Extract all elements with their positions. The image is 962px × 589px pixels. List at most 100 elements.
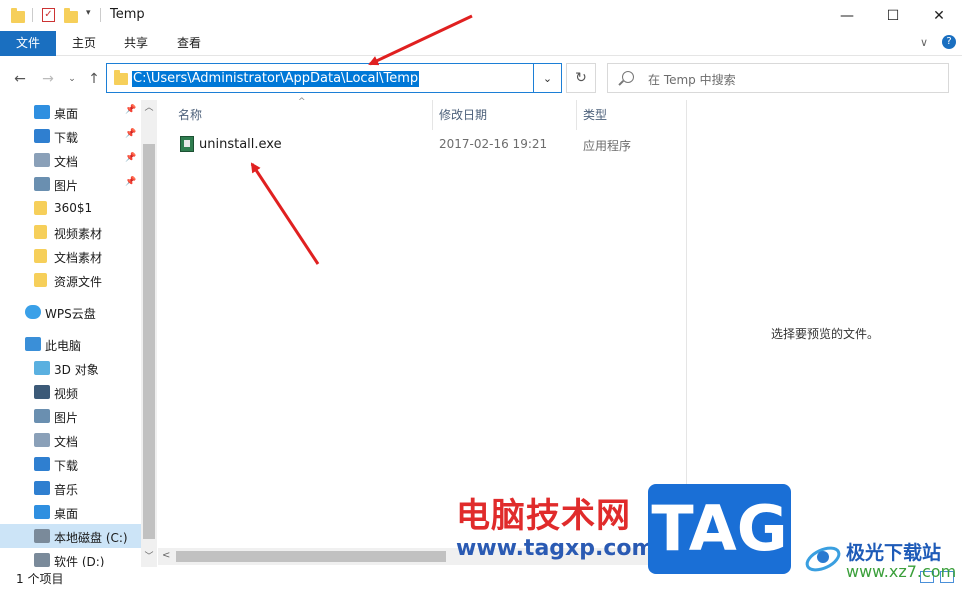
minimize-button[interactable]: — bbox=[824, 0, 870, 31]
tab-home[interactable]: 主页 bbox=[70, 31, 98, 56]
sidebar-item[interactable]: 下载 bbox=[0, 452, 141, 476]
search-icon bbox=[622, 71, 634, 83]
up-arrow-icon[interactable]: ↑ bbox=[84, 69, 104, 89]
sidebar-item-label: 图片 bbox=[54, 179, 79, 193]
aurora-logo-icon bbox=[805, 546, 841, 572]
sidebar-item-label: WPS云盘 bbox=[45, 307, 96, 321]
sidebar-item[interactable]: 桌面 bbox=[0, 500, 141, 524]
window-title: Temp bbox=[110, 7, 145, 22]
download-icon bbox=[34, 129, 50, 143]
maximize-button[interactable]: ☐ bbox=[870, 0, 916, 31]
sidebar-item-label: 文档 bbox=[54, 435, 79, 449]
close-button[interactable]: ✕ bbox=[916, 0, 962, 31]
sidebar-item-label: 视频素材 bbox=[54, 227, 103, 241]
column-divider[interactable] bbox=[432, 100, 433, 130]
address-path[interactable]: C:\Users\Administrator\AppData\Local\Tem… bbox=[132, 71, 420, 87]
pin-icon: 📌 bbox=[125, 129, 137, 139]
sidebar-item[interactable]: 视频素材 bbox=[0, 220, 141, 244]
pin-icon: 📌 bbox=[125, 153, 137, 163]
sidebar-item[interactable]: 图片 📌 bbox=[0, 172, 141, 196]
sidebar-item[interactable]: 下载 📌 bbox=[0, 124, 141, 148]
download-icon bbox=[34, 457, 50, 471]
scroll-down-icon[interactable]: ﹀ bbox=[141, 549, 157, 565]
tab-file[interactable]: 文件 bbox=[0, 31, 56, 56]
help-icon[interactable]: ? bbox=[942, 35, 956, 49]
pin-icon: 📌 bbox=[125, 105, 137, 115]
title-bar: ✓ ▾ Temp — ☐ ✕ bbox=[0, 0, 962, 31]
watermark-text: 电脑技术网 bbox=[456, 496, 631, 536]
column-divider[interactable] bbox=[576, 100, 577, 130]
sidebar-item[interactable]: 此电脑 bbox=[0, 332, 141, 356]
sidebar-item-label: 软件 (D:) bbox=[54, 555, 105, 567]
watermark-site-name: 极光下载站 bbox=[846, 542, 942, 564]
address-dropdown-icon[interactable]: ⌄ bbox=[533, 64, 561, 92]
sidebar-scrollbar[interactable]: ︿ ﹀ bbox=[141, 100, 157, 567]
address-row: ← → ⌄ ↑ C:\Users\Administrator\AppData\L… bbox=[0, 56, 962, 100]
pin-icon: 📌 bbox=[125, 177, 137, 187]
folder-icon bbox=[11, 8, 25, 23]
video-icon bbox=[34, 385, 50, 399]
tab-share[interactable]: 共享 bbox=[122, 31, 150, 56]
divider bbox=[32, 8, 33, 22]
scroll-up-icon[interactable]: ︿ bbox=[141, 100, 157, 116]
sidebar-item[interactable]: 资源文件 bbox=[0, 268, 141, 292]
scrollbar-thumb[interactable] bbox=[143, 144, 155, 539]
scroll-left-icon[interactable]: < bbox=[162, 550, 170, 561]
sidebar-item[interactable]: WPS云盘 bbox=[0, 300, 141, 324]
folder-icon bbox=[34, 225, 47, 239]
customize-toolbar-icon[interactable]: ▾ bbox=[86, 8, 91, 18]
column-header-type[interactable]: 类型 bbox=[583, 106, 607, 123]
picture-icon bbox=[34, 409, 50, 423]
sidebar-item-label: 图片 bbox=[54, 411, 79, 425]
refresh-button[interactable]: ↻ bbox=[566, 63, 596, 93]
document-icon bbox=[34, 153, 50, 167]
sidebar-item[interactable]: 360$1 bbox=[0, 196, 141, 220]
back-arrow-icon[interactable]: ← bbox=[10, 69, 30, 89]
file-type: 应用程序 bbox=[583, 139, 632, 153]
ribbon-tabs: 文件 主页 共享 查看 ∨ ? bbox=[0, 31, 962, 56]
search-input[interactable]: 在 Temp 中搜索 bbox=[607, 63, 949, 93]
recent-locations-icon[interactable]: ⌄ bbox=[62, 69, 82, 89]
folder-icon bbox=[114, 70, 128, 85]
sidebar-item[interactable]: 视频 bbox=[0, 380, 141, 404]
column-header-date[interactable]: 修改日期 bbox=[439, 106, 487, 123]
folder-icon bbox=[34, 273, 47, 287]
watermark-site-url: www.xz7.com bbox=[846, 562, 957, 581]
sidebar-item[interactable]: 软件 (D:) bbox=[0, 548, 141, 567]
sidebar-item-label: 文档素材 bbox=[54, 251, 103, 265]
sidebar-item[interactable]: 本地磁盘 (C:) bbox=[0, 524, 141, 548]
sidebar-item-label: 本地磁盘 (C:) bbox=[54, 531, 128, 545]
watermark-tag-logo: TAG bbox=[648, 484, 791, 574]
tab-view[interactable]: 查看 bbox=[175, 31, 203, 56]
3d-objects-icon bbox=[34, 361, 50, 375]
sidebar-item-label: 音乐 bbox=[54, 483, 79, 497]
column-header-name[interactable]: 名称 bbox=[178, 106, 202, 123]
scrollbar-thumb[interactable] bbox=[176, 551, 446, 562]
properties-icon[interactable]: ✓ bbox=[42, 8, 55, 22]
drive-icon bbox=[34, 553, 50, 567]
cloud-icon bbox=[25, 305, 41, 319]
file-date: 2017-02-16 19:21 bbox=[439, 137, 548, 151]
chevron-down-icon[interactable]: ∨ bbox=[920, 36, 928, 49]
picture-icon bbox=[34, 177, 50, 191]
preview-message: 选择要预览的文件。 bbox=[771, 327, 880, 341]
sidebar-item[interactable]: 文档素材 bbox=[0, 244, 141, 268]
exe-file-icon bbox=[180, 136, 194, 152]
file-name[interactable]: uninstall.exe bbox=[199, 137, 282, 152]
new-folder-icon[interactable] bbox=[64, 8, 78, 23]
sidebar-item-label: 3D 对象 bbox=[54, 363, 99, 377]
sidebar-item[interactable]: 文档 📌 bbox=[0, 148, 141, 172]
forward-arrow-icon[interactable]: → bbox=[38, 69, 58, 89]
document-icon bbox=[34, 433, 50, 447]
sidebar-item[interactable]: 音乐 bbox=[0, 476, 141, 500]
sidebar-item[interactable]: 桌面 📌 bbox=[0, 100, 141, 124]
address-bar[interactable]: C:\Users\Administrator\AppData\Local\Tem… bbox=[106, 63, 562, 93]
sidebar-item-label: 桌面 bbox=[54, 107, 79, 121]
drive-icon bbox=[34, 529, 50, 543]
sidebar-item-label: 此电脑 bbox=[45, 339, 82, 353]
sidebar-item[interactable]: 3D 对象 bbox=[0, 356, 141, 380]
desktop-icon bbox=[34, 505, 50, 519]
sidebar-item[interactable]: 文档 bbox=[0, 428, 141, 452]
sidebar-item[interactable]: 图片 bbox=[0, 404, 141, 428]
music-icon bbox=[34, 481, 50, 495]
